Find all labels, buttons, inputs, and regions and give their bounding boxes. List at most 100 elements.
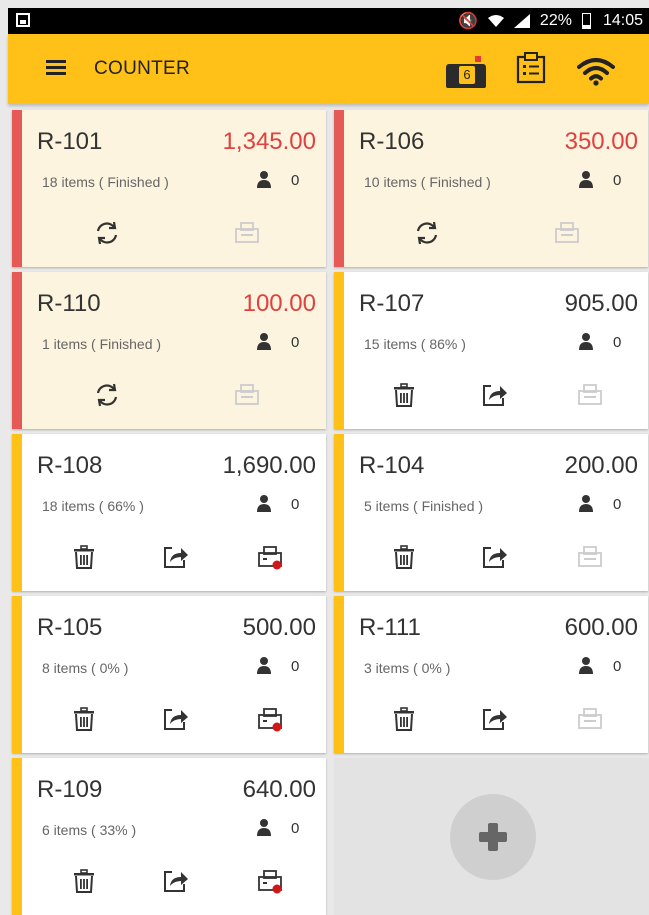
checklist-icon[interactable] bbox=[516, 52, 546, 84]
mailbox-flag-icon bbox=[475, 56, 481, 62]
order-id: R-110 bbox=[37, 290, 101, 317]
order-id: R-106 bbox=[359, 128, 425, 155]
status-stripe bbox=[12, 434, 22, 591]
order-card[interactable]: R-107 905.00 15 items ( 86% ) 0 bbox=[334, 272, 648, 429]
share-icon bbox=[164, 547, 188, 568]
order-amount: 600.00 bbox=[564, 614, 638, 641]
refresh-icon bbox=[416, 221, 438, 245]
printer-alert-icon bbox=[258, 870, 282, 894]
trash-icon bbox=[74, 545, 94, 569]
order-card[interactable]: R-106 350.00 10 items ( Finished ) 0 bbox=[334, 110, 648, 267]
person-icon bbox=[257, 333, 271, 350]
share-button[interactable] bbox=[163, 868, 189, 894]
refresh-button[interactable] bbox=[94, 382, 120, 408]
person-count: 0 bbox=[613, 496, 622, 513]
order-items-status: 3 items ( 0% ) bbox=[364, 660, 451, 676]
add-order-cell bbox=[334, 758, 649, 915]
mailbox-button[interactable]: 6 bbox=[446, 50, 486, 88]
share-icon bbox=[164, 871, 188, 892]
delete-button[interactable] bbox=[391, 706, 417, 732]
print-button[interactable] bbox=[554, 220, 580, 246]
printer-icon bbox=[555, 222, 579, 243]
printer-alert-icon bbox=[258, 546, 282, 570]
print-button[interactable] bbox=[577, 706, 603, 732]
refresh-icon bbox=[96, 383, 118, 407]
order-card[interactable]: R-108 1,690.00 18 items ( 66% ) 0 bbox=[12, 434, 326, 591]
order-amount: 500.00 bbox=[242, 614, 316, 641]
order-id: R-105 bbox=[37, 614, 103, 641]
share-icon bbox=[483, 385, 507, 406]
mail-count-badge: 6 bbox=[459, 66, 475, 84]
print-button[interactable] bbox=[577, 544, 603, 570]
person-icon bbox=[579, 333, 593, 350]
status-stripe bbox=[12, 596, 22, 753]
printer-icon bbox=[578, 384, 602, 405]
print-button[interactable] bbox=[577, 382, 603, 408]
person-icon bbox=[579, 495, 593, 512]
share-icon bbox=[483, 709, 507, 730]
order-amount: 350.00 bbox=[564, 128, 638, 155]
order-items-status: 5 items ( Finished ) bbox=[364, 498, 484, 514]
order-items-status: 15 items ( 86% ) bbox=[364, 336, 466, 352]
order-card[interactable]: R-109 640.00 6 items ( 33% ) 0 bbox=[12, 758, 326, 915]
person-icon bbox=[257, 171, 271, 188]
status-stripe bbox=[12, 272, 22, 429]
order-card[interactable]: R-101 1,345.00 18 items ( Finished ) 0 bbox=[12, 110, 326, 267]
order-items-status: 18 items ( Finished ) bbox=[42, 174, 169, 190]
order-amount: 1,690.00 bbox=[222, 452, 316, 479]
order-card[interactable]: R-110 100.00 1 items ( Finished ) 0 bbox=[12, 272, 326, 429]
clock: 14:05 bbox=[602, 12, 643, 29]
order-id: R-111 bbox=[359, 614, 421, 641]
share-icon bbox=[164, 709, 188, 730]
page-title: COUNTER bbox=[94, 58, 191, 79]
mute-icon: 🔇 bbox=[458, 13, 478, 30]
person-icon bbox=[257, 495, 271, 512]
signal-icon bbox=[513, 14, 530, 28]
order-amount: 100.00 bbox=[242, 290, 316, 317]
wifi-icon[interactable] bbox=[576, 56, 616, 86]
refresh-button[interactable] bbox=[94, 220, 120, 246]
share-button[interactable] bbox=[163, 706, 189, 732]
print-button[interactable] bbox=[257, 868, 283, 894]
order-card[interactable]: R-111 600.00 3 items ( 0% ) 0 bbox=[334, 596, 648, 753]
order-items-status: 6 items ( 33% ) bbox=[42, 822, 137, 838]
person-icon bbox=[579, 657, 593, 674]
order-id: R-108 bbox=[37, 452, 103, 479]
print-button[interactable] bbox=[257, 544, 283, 570]
status-stripe bbox=[334, 596, 344, 753]
person-count: 0 bbox=[613, 334, 622, 351]
share-button[interactable] bbox=[482, 382, 508, 408]
delete-button[interactable] bbox=[71, 706, 97, 732]
trash-icon bbox=[74, 869, 94, 893]
delete-button[interactable] bbox=[391, 382, 417, 408]
menu-icon[interactable] bbox=[46, 60, 66, 75]
order-items-status: 18 items ( 66% ) bbox=[42, 498, 144, 514]
delete-button[interactable] bbox=[71, 544, 97, 570]
print-button[interactable] bbox=[234, 382, 260, 408]
print-button[interactable] bbox=[257, 706, 283, 732]
order-items-status: 1 items ( Finished ) bbox=[42, 336, 162, 352]
trash-icon bbox=[394, 707, 414, 731]
share-button[interactable] bbox=[482, 706, 508, 732]
status-stripe bbox=[12, 758, 22, 915]
printer-icon bbox=[578, 546, 602, 567]
battery-percent: 22% bbox=[539, 12, 572, 29]
status-stripe bbox=[12, 110, 22, 267]
app-bar: COUNTER 6 bbox=[8, 34, 649, 104]
order-id: R-107 bbox=[359, 290, 425, 317]
delete-button[interactable] bbox=[391, 544, 417, 570]
order-card[interactable]: R-105 500.00 8 items ( 0% ) 0 bbox=[12, 596, 326, 753]
person-icon bbox=[257, 657, 271, 674]
print-button[interactable] bbox=[234, 220, 260, 246]
share-button[interactable] bbox=[163, 544, 189, 570]
add-order-button[interactable] bbox=[450, 794, 536, 880]
person-count: 0 bbox=[291, 496, 300, 513]
status-stripe bbox=[334, 434, 344, 591]
order-id: R-109 bbox=[37, 776, 103, 803]
order-card[interactable]: R-104 200.00 5 items ( Finished ) 0 bbox=[334, 434, 648, 591]
order-amount: 1,345.00 bbox=[222, 128, 316, 155]
share-button[interactable] bbox=[482, 544, 508, 570]
person-icon bbox=[579, 171, 593, 188]
refresh-button[interactable] bbox=[414, 220, 440, 246]
delete-button[interactable] bbox=[71, 868, 97, 894]
